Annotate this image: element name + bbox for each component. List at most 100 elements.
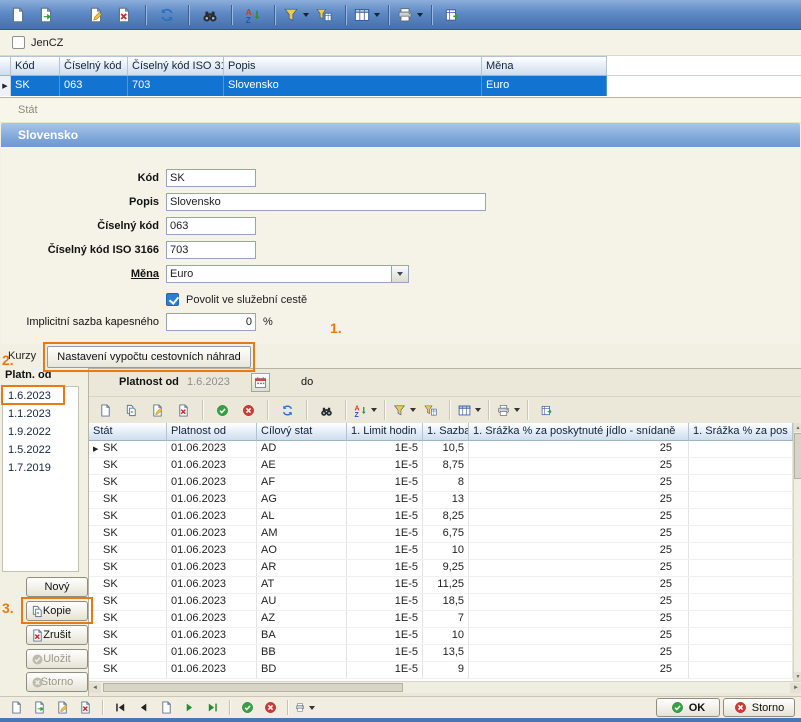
countries-selected-row[interactable]: SK 063 703 Slovensko Euro: [0, 76, 801, 96]
platnost-date-item[interactable]: 1.9.2022: [3, 423, 78, 441]
print-button[interactable]: [496, 399, 520, 421]
rates-table-cell: 01.06.2023: [167, 509, 257, 525]
novy-button[interactable]: Nový: [26, 577, 88, 597]
confirm-button[interactable]: [210, 399, 234, 421]
record-list-button[interactable]: [156, 698, 176, 717]
iso-field[interactable]: [166, 241, 256, 259]
rates-table-row[interactable]: SK01.06.2023BA1E-51025: [89, 628, 793, 645]
ciselny-kod-field[interactable]: [166, 217, 256, 235]
refresh-button[interactable]: [275, 399, 299, 421]
mena-combobox[interactable]: [166, 265, 409, 283]
vertical-scrollbar[interactable]: ▲ ▼: [793, 423, 801, 681]
edit-button[interactable]: [145, 399, 169, 421]
previous-record-button[interactable]: [133, 698, 153, 717]
confirm-button[interactable]: [237, 698, 257, 717]
platnost-date-item[interactable]: 1.1.2023: [3, 405, 78, 423]
calendar-button[interactable]: [251, 373, 270, 392]
sazba-field[interactable]: [166, 313, 256, 331]
povolit-checkbox[interactable]: [166, 293, 179, 306]
column-header-popis[interactable]: Popis: [224, 56, 482, 76]
platnost-list-header[interactable]: Platn. od: [5, 369, 51, 381]
col-srazka-next[interactable]: 1. Srážka % za pos: [689, 423, 793, 441]
new-button[interactable]: [93, 399, 117, 421]
rates-table-row[interactable]: SK01.06.2023AM1E-56,7525: [89, 526, 793, 543]
col-stat[interactable]: Stát: [89, 423, 167, 441]
ok-button[interactable]: OK: [656, 698, 720, 717]
zrusit-button[interactable]: Zrušit: [26, 625, 88, 645]
jencz-checkbox[interactable]: [12, 36, 25, 49]
edit-button[interactable]: [83, 3, 109, 27]
rates-table-row[interactable]: SK01.06.2023BD1E-5925: [89, 662, 793, 679]
sort-az-button[interactable]: AZ: [240, 3, 266, 27]
platnost-date-item[interactable]: 1.5.2022: [3, 441, 78, 459]
rates-table-row[interactable]: SK01.06.2023AZ1E-5725: [89, 611, 793, 628]
search-button[interactable]: [197, 3, 223, 27]
print-button[interactable]: [295, 698, 315, 717]
new-button[interactable]: [5, 3, 31, 27]
rates-table-row[interactable]: SK01.06.2023AO1E-51025: [89, 543, 793, 560]
filter-button[interactable]: [392, 399, 416, 421]
export-button[interactable]: [535, 399, 559, 421]
platnost-od-value[interactable]: 1.6.2023: [187, 376, 247, 388]
cancel-button[interactable]: [236, 399, 260, 421]
scrollbar-thumb[interactable]: [794, 433, 801, 479]
columns-button[interactable]: [457, 399, 481, 421]
kopie-button[interactable]: Kopie: [26, 601, 88, 621]
kod-field[interactable]: [166, 169, 256, 187]
rates-table-row[interactable]: SK01.06.2023AR1E-59,2525: [89, 560, 793, 577]
filter-grid-button[interactable]: [311, 3, 337, 27]
edit-button[interactable]: [52, 698, 72, 717]
mena-dropdown-button[interactable]: [392, 265, 409, 283]
copy-button[interactable]: [119, 399, 143, 421]
toolbar-separator: [287, 700, 288, 715]
scrollbar-thumb[interactable]: [103, 683, 403, 692]
col-srazka-snidane[interactable]: 1. Srážka % za poskytnuté jídlo - snídan…: [469, 423, 689, 441]
cancel-button[interactable]: [260, 698, 280, 717]
scroll-up-arrow[interactable]: ▲: [794, 423, 801, 432]
mena-field[interactable]: [166, 265, 392, 283]
col-cilovy-stat[interactable]: Cílový stat: [257, 423, 347, 441]
scroll-left-arrow[interactable]: ◄: [89, 683, 101, 693]
rates-table-row[interactable]: ▶SK01.06.2023AD1E-510,525: [89, 441, 793, 458]
column-header-iso[interactable]: Číselný kód ISO 3166: [128, 56, 224, 76]
rates-table-row[interactable]: SK01.06.2023AF1E-5825: [89, 475, 793, 492]
platnost-date-item[interactable]: 1.7.2019: [3, 459, 78, 477]
column-header-kod[interactable]: Kód: [11, 56, 60, 76]
open-button[interactable]: [33, 3, 59, 27]
columns-button[interactable]: [354, 3, 380, 27]
rates-table-row[interactable]: SK01.06.2023AT1E-511,2525: [89, 577, 793, 594]
column-header-mena[interactable]: Měna: [482, 56, 607, 76]
new-button[interactable]: [6, 698, 26, 717]
horizontal-scrollbar[interactable]: ◄ ►: [89, 681, 801, 693]
delete-button[interactable]: [111, 3, 137, 27]
rates-table-row[interactable]: SK01.06.2023BB1E-513,525: [89, 645, 793, 662]
col-platnost-od[interactable]: Platnost od: [167, 423, 257, 441]
delete-button[interactable]: [75, 698, 95, 717]
open-button[interactable]: [29, 698, 49, 717]
last-record-button[interactable]: [202, 698, 222, 717]
platnost-date-item[interactable]: 1.6.2023: [3, 387, 78, 405]
filter-button[interactable]: [283, 3, 309, 27]
delete-button[interactable]: [171, 399, 195, 421]
export-button[interactable]: [440, 3, 466, 27]
column-header-ciselny-kod[interactable]: Číselný kód: [60, 56, 128, 76]
rates-table-row[interactable]: SK01.06.2023AL1E-58,2525: [89, 509, 793, 526]
filter-grid-button[interactable]: [418, 399, 442, 421]
refresh-button[interactable]: [154, 3, 180, 27]
sort-az-button[interactable]: AZ: [353, 399, 377, 421]
search-button[interactable]: [314, 399, 338, 421]
scroll-down-arrow[interactable]: ▼: [794, 672, 801, 681]
first-record-button[interactable]: [110, 698, 130, 717]
col-sazba[interactable]: 1. Sazba: [423, 423, 469, 441]
mena-label[interactable]: Měna: [1, 268, 159, 280]
storno-button[interactable]: Storno: [723, 698, 795, 717]
rates-table-row[interactable]: SK01.06.2023AU1E-518,525: [89, 594, 793, 611]
next-record-button[interactable]: [179, 698, 199, 717]
rates-table-row[interactable]: SK01.06.2023AG1E-51325: [89, 492, 793, 509]
print-button[interactable]: [397, 3, 423, 27]
rates-table-row[interactable]: SK01.06.2023AE1E-58,7525: [89, 458, 793, 475]
scroll-right-arrow[interactable]: ►: [790, 683, 801, 693]
nastaveni-nahrad-button[interactable]: Nastavení vypočtu cestovních náhrad: [47, 346, 251, 368]
col-limit-hodin[interactable]: 1. Limit hodin: [347, 423, 423, 441]
popis-field[interactable]: [166, 193, 486, 211]
